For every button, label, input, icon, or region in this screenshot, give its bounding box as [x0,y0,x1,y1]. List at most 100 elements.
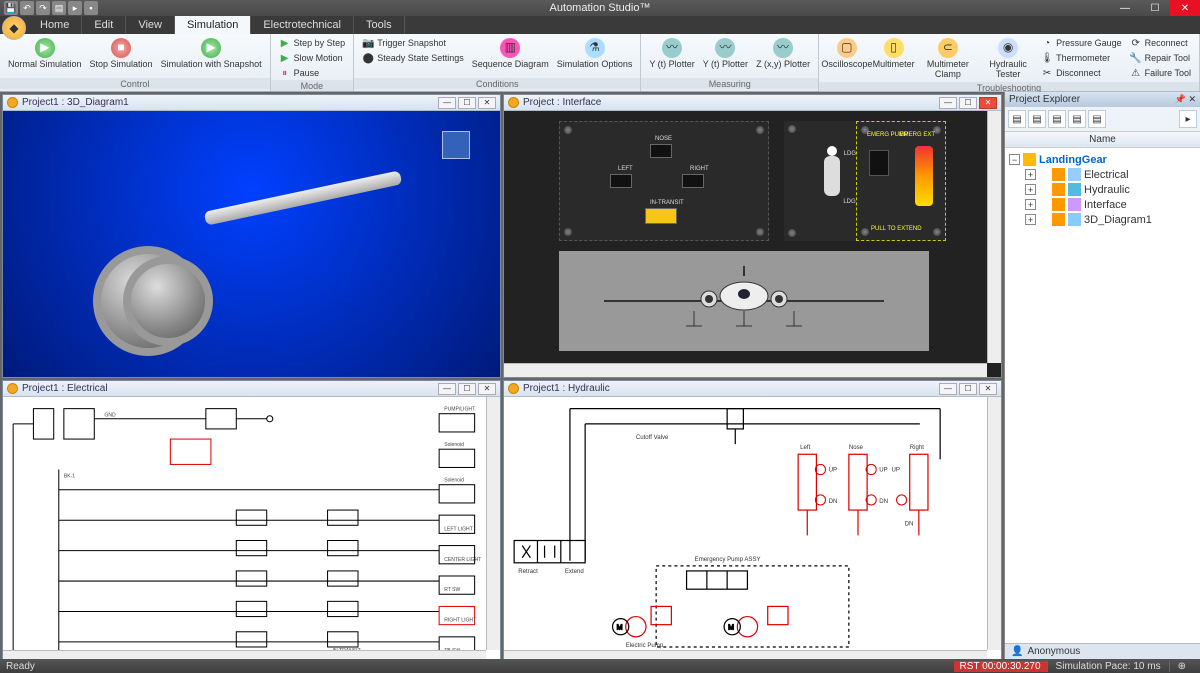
tree-item-electrical[interactable]: + Electrical [1009,167,1196,182]
panel-max-button[interactable]: ☐ [458,97,476,109]
multimeter-clamp-button[interactable]: ⊂Multimeter Clamp [919,36,978,82]
viewport-3d[interactable] [3,111,500,377]
steady-state-button[interactable]: ⬤Steady State Settings [360,51,466,65]
pressure-gauge-button[interactable]: ◔Pressure Gauge [1039,36,1124,50]
explorer-tool[interactable]: ▤ [1048,110,1066,128]
panel-title-interface[interactable]: Project : Interface —☐✕ [504,95,1001,111]
emerg-pump-switch[interactable] [869,150,889,176]
status-bar: Ready RST 00:00:30.270 Simulation Pace: … [0,659,1200,673]
normal-simulation-button[interactable]: ▶Normal Simulation [6,36,84,72]
panel-min-button[interactable]: — [939,97,957,109]
app-logo-icon[interactable]: ◆ [2,16,26,40]
flask-icon: ⚗ [585,38,605,58]
oscilloscope-button[interactable]: ▢Oscilloscope [825,36,869,72]
sequence-diagram-button[interactable]: ▥Sequence Diagram [470,36,551,72]
expand-icon[interactable]: + [1025,184,1036,195]
emerg-ext-handle[interactable] [915,146,933,206]
reconnect-button[interactable]: ⟳Reconnect [1128,36,1193,50]
panel-close-button[interactable]: ✕ [979,97,997,109]
failure-icon: ⚠ [1130,67,1142,79]
view-cube-icon[interactable] [442,131,470,159]
electrical-canvas[interactable]: PUMP/LIGHT Solenoid Solenoid LEFT LIGHT … [3,397,500,664]
qa-btn[interactable]: ▤ [52,1,66,15]
tab-home[interactable]: Home [28,16,82,34]
nose-lamp [650,144,672,158]
expand-icon[interactable]: + [1025,214,1036,225]
explorer-tool[interactable]: ▤ [1028,110,1046,128]
explorer-tool[interactable]: ▸ [1179,110,1197,128]
slow-motion-button[interactable]: ▶Slow Motion [277,51,348,65]
tab-view[interactable]: View [126,16,175,34]
panel-min-button[interactable]: — [939,383,957,395]
electrical-icon [1068,168,1081,181]
document-area: Project1 : 3D_Diagram1 —☐✕ Project : Int… [0,92,1004,659]
scrollbar-horizontal[interactable] [504,363,987,377]
hydraulic-canvas[interactable]: M M Cutoff Valve Retract Exten [504,397,1001,664]
panel-close-button[interactable]: ✕ [478,383,496,395]
panel-max-button[interactable]: ☐ [959,383,977,395]
tree-root[interactable]: − LandingGear [1009,152,1196,167]
panel-title-electrical[interactable]: Project1 : Electrical —☐✕ [3,381,500,397]
scrollbar-vertical[interactable] [987,111,1001,363]
failure-tool-button[interactable]: ⚠Failure Tool [1128,66,1193,80]
tree-item-interface[interactable]: + Interface [1009,197,1196,212]
qa-undo-icon[interactable]: ↶ [20,1,34,15]
explorer-column-header[interactable]: Name [1005,132,1200,148]
panel-title-3d[interactable]: Project1 : 3D_Diagram1 —☐✕ [3,95,500,111]
yt-plotter2-button[interactable]: 〰Y (t) Plotter [701,36,750,72]
tab-simulation[interactable]: Simulation [175,16,251,34]
repair-tool-button[interactable]: 🔧Repair Tool [1128,51,1193,65]
panel-close-button[interactable]: ✕ [478,97,496,109]
panel-min-button[interactable]: — [438,383,456,395]
explorer-tool[interactable]: ▤ [1008,110,1026,128]
qa-redo-icon[interactable]: ↷ [36,1,50,15]
tree-item-hydraulic[interactable]: + Hydraulic [1009,182,1196,197]
window-maximize-button[interactable]: ☐ [1140,0,1170,16]
qa-save-icon[interactable]: 💾 [4,1,18,15]
window-close-button[interactable]: ✕ [1170,0,1200,16]
simulation-snapshot-button[interactable]: ▶Simulation with Snapshot [159,36,264,72]
simulation-options-button[interactable]: ⚗Simulation Options [555,36,635,72]
hydraulic-icon [1068,183,1081,196]
tab-electrotechnical[interactable]: Electrotechnical [251,16,354,34]
yt-plotter-button[interactable]: 〰Y (t) Plotter [647,36,696,72]
expand-icon[interactable]: + [1025,199,1036,210]
stop-icon: ■ [111,38,131,58]
status-zoom[interactable]: ⊕ [1169,661,1194,672]
panel-min-button[interactable]: — [438,97,456,109]
panel-title-hydraulic[interactable]: Project1 : Hydraulic —☐✕ [504,381,1001,397]
qa-btn[interactable]: ▪ [84,1,98,15]
window-minimize-button[interactable]: — [1110,0,1140,16]
trigger-snapshot-button[interactable]: 📷Trigger Snapshot [360,36,466,50]
panel-max-button[interactable]: ☐ [458,383,476,395]
qa-btn[interactable]: ▸ [68,1,82,15]
hydraulic-tester-button[interactable]: ◉Hydraulic Tester [981,36,1035,82]
thermometer-button[interactable]: 🌡Thermometer [1039,51,1124,65]
pin-icon[interactable]: 📌 ✕ [1175,94,1196,105]
left-lamp [610,174,632,188]
explorer-header[interactable]: Project Explorer 📌 ✕ [1005,92,1200,107]
panel-max-button[interactable]: ☐ [959,97,977,109]
step-by-step-button[interactable]: ▶Step by Step [277,36,348,50]
scrollbar-vertical[interactable] [987,397,1001,650]
pause-button[interactable]: ⏸Pause [277,66,348,80]
interface-canvas[interactable]: NOSE LEFT RIGHT IN-TRANSIT LDG UP LDG DN [504,111,1001,377]
tab-edit[interactable]: Edit [82,16,126,34]
zxy-plotter-button[interactable]: 〰Z (x,y) Plotter [754,36,812,72]
ribbon: ▶Normal Simulation ■Stop Simulation ▶Sim… [0,34,1200,92]
collapse-icon[interactable]: − [1009,154,1020,165]
explorer-tool[interactable]: ▤ [1068,110,1086,128]
stop-simulation-button[interactable]: ■Stop Simulation [88,36,155,72]
svg-text:DN: DN [905,520,914,527]
tab-tools[interactable]: Tools [354,16,405,34]
scrollbar-vertical[interactable] [486,397,500,650]
panel-close-button[interactable]: ✕ [979,383,997,395]
disconnect-button[interactable]: ✂Disconnect [1039,66,1124,80]
expand-icon[interactable]: + [1025,169,1036,180]
gear-lever[interactable] [824,156,840,196]
multimeter-button[interactable]: ▯Multimeter [873,36,915,72]
tree-item-3d[interactable]: + 3D_Diagram1 [1009,212,1196,227]
doc-icon [1052,168,1065,181]
explorer-tool[interactable]: ▤ [1088,110,1106,128]
tester-icon: ◉ [998,38,1018,58]
